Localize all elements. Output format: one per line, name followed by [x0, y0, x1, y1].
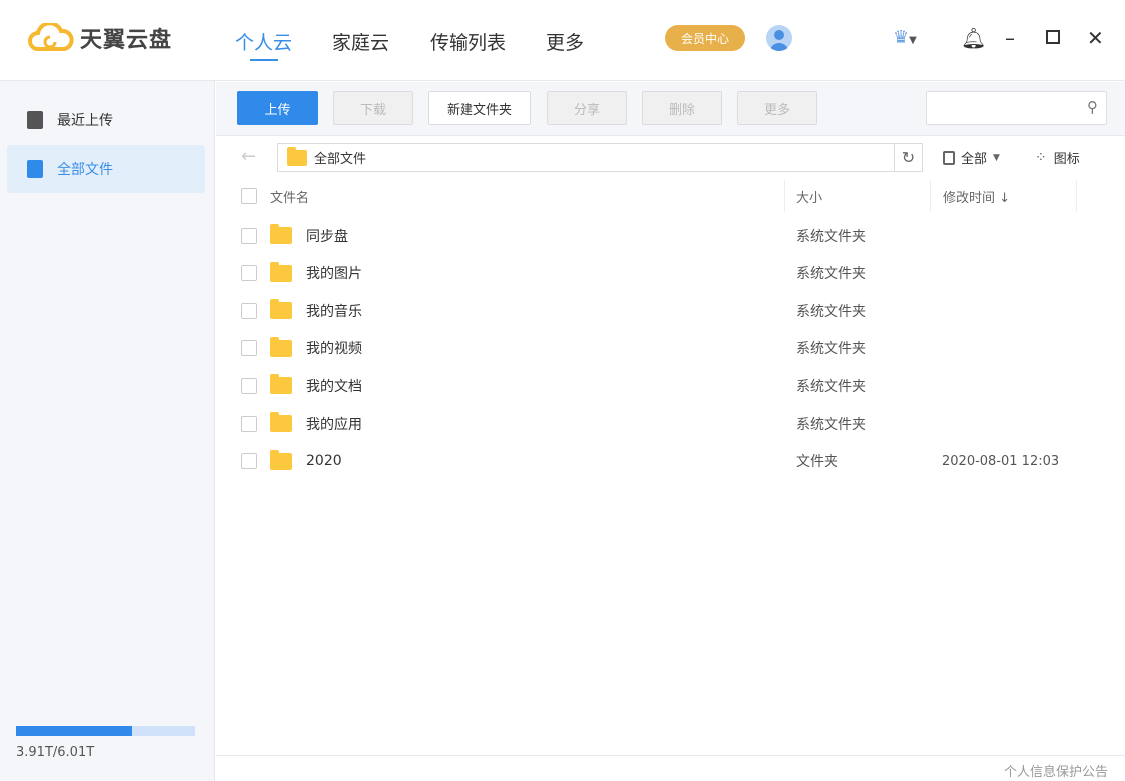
file-name[interactable]: 我的图片: [306, 263, 362, 283]
folder-icon: [270, 302, 292, 319]
filter-dropdown[interactable]: 全部 ▼: [943, 148, 1000, 167]
sidebar-item-label: 全部文件: [57, 159, 113, 179]
nav-transfer-list[interactable]: 传输列表: [430, 28, 506, 55]
more-button[interactable]: 更多: [737, 91, 817, 125]
header: 天翼云盘 个人云 家庭云 传输列表 更多 会员中心 ♛▼ 🔔︎ – ✕: [0, 0, 1125, 81]
file-name[interactable]: 2020: [306, 453, 342, 469]
folder-icon: [270, 377, 292, 394]
nav-more[interactable]: 更多: [546, 28, 584, 55]
copy-icon: [943, 151, 955, 165]
delete-button[interactable]: 删除: [642, 91, 722, 125]
maximize-icon[interactable]: [1046, 30, 1060, 44]
refresh-icon[interactable]: ↻: [894, 144, 922, 171]
column-name[interactable]: 文件名: [270, 180, 309, 212]
privacy-notice-link[interactable]: 个人信息保护公告: [1004, 761, 1108, 780]
upload-button[interactable]: 上传: [237, 91, 318, 125]
toolbar: 上传 下载 新建文件夹 分享 删除 更多 ⚲: [216, 82, 1125, 136]
folder-icon: [270, 340, 292, 357]
folder-icon: [270, 453, 292, 470]
file-name[interactable]: 同步盘: [306, 226, 348, 246]
logo: 天翼云盘: [28, 22, 172, 54]
minimize-icon[interactable]: –: [1005, 26, 1015, 50]
chevron-down-icon: ▼: [909, 35, 917, 46]
row-checkbox[interactable]: [241, 303, 257, 319]
search-icon[interactable]: ⚲: [1087, 98, 1098, 116]
file-type: 系统文件夹: [796, 226, 866, 246]
file-row[interactable]: 我的应用 系统文件夹: [216, 405, 1125, 442]
nav-family-cloud[interactable]: 家庭云: [332, 28, 389, 55]
column-divider[interactable]: [1076, 180, 1077, 212]
folder-icon: [270, 265, 292, 282]
row-checkbox[interactable]: [241, 453, 257, 469]
column-size[interactable]: 大小: [796, 180, 822, 212]
file-name[interactable]: 我的视频: [306, 338, 362, 358]
sidebar-item-recent-uploads[interactable]: 最近上传: [7, 96, 205, 144]
column-divider[interactable]: [930, 180, 931, 212]
sidebar-item-all-files[interactable]: 全部文件: [7, 145, 205, 193]
download-button[interactable]: 下载: [333, 91, 413, 125]
file-icon: [27, 160, 43, 178]
file-row[interactable]: 2020 文件夹 2020-08-01 12:03: [216, 443, 1125, 480]
close-icon[interactable]: ✕: [1087, 26, 1104, 50]
cloud-logo-icon: [28, 23, 74, 53]
column-modified[interactable]: 修改时间 ↓: [943, 180, 1010, 212]
footer: 个人信息保护公告: [216, 755, 1125, 781]
path-text: 全部文件: [314, 148, 366, 167]
avatar[interactable]: [766, 25, 792, 51]
file-row[interactable]: 我的视频 系统文件夹: [216, 330, 1125, 367]
file-type: 系统文件夹: [796, 301, 866, 321]
storage-usage-text: 3.91T/6.01T: [16, 745, 94, 760]
folder-icon: [270, 415, 292, 432]
file-type: 系统文件夹: [796, 338, 866, 358]
row-checkbox[interactable]: [241, 416, 257, 432]
crown-icon[interactable]: ♛▼: [893, 26, 917, 53]
file-row[interactable]: 我的文档 系统文件夹: [216, 367, 1125, 404]
row-checkbox[interactable]: [241, 265, 257, 281]
nav-active-indicator: [250, 59, 278, 61]
back-arrow-icon[interactable]: ←: [241, 146, 256, 167]
file-row[interactable]: 我的音乐 系统文件夹: [216, 292, 1125, 329]
file-row[interactable]: 同步盘 系统文件夹: [216, 217, 1125, 254]
row-checkbox[interactable]: [241, 340, 257, 356]
file-type: 文件夹: [796, 451, 838, 471]
filter-label: 全部: [961, 148, 987, 167]
row-checkbox[interactable]: [241, 378, 257, 394]
file-type: 系统文件夹: [796, 414, 866, 434]
file-type: 系统文件夹: [796, 376, 866, 396]
grid-icon: ⁘: [1035, 150, 1047, 166]
select-all-checkbox[interactable]: [241, 180, 257, 212]
sidebar: 最近上传 全部文件: [0, 81, 215, 781]
sidebar-item-label: 最近上传: [57, 110, 113, 130]
file-type: 系统文件夹: [796, 263, 866, 283]
path-bar[interactable]: 全部文件 ↻: [277, 143, 923, 172]
clock-icon: [27, 111, 43, 129]
column-divider[interactable]: [784, 180, 785, 212]
view-toggle[interactable]: ⁘ 图标: [1035, 148, 1080, 167]
file-name[interactable]: 我的音乐: [306, 301, 362, 321]
storage-progress-fill: [16, 726, 132, 736]
new-folder-button[interactable]: 新建文件夹: [428, 91, 531, 125]
nav-personal-cloud[interactable]: 个人云: [235, 28, 292, 55]
share-button[interactable]: 分享: [547, 91, 627, 125]
folder-icon: [287, 150, 307, 166]
file-row[interactable]: 我的图片 系统文件夹: [216, 255, 1125, 292]
folder-icon: [270, 227, 292, 244]
row-checkbox[interactable]: [241, 228, 257, 244]
app-name: 天翼云盘: [80, 22, 172, 54]
file-name[interactable]: 我的文档: [306, 376, 362, 396]
view-label: 图标: [1054, 148, 1080, 167]
file-modified: 2020-08-01 12:03: [942, 454, 1059, 469]
storage-progress-bar: [16, 726, 195, 736]
user-icon: [766, 25, 792, 51]
bell-icon[interactable]: 🔔︎: [961, 26, 986, 50]
search-input[interactable]: ⚲: [926, 91, 1107, 125]
vip-center-button[interactable]: 会员中心: [665, 25, 745, 51]
file-name[interactable]: 我的应用: [306, 414, 362, 434]
chevron-down-icon: ▼: [993, 153, 1000, 163]
